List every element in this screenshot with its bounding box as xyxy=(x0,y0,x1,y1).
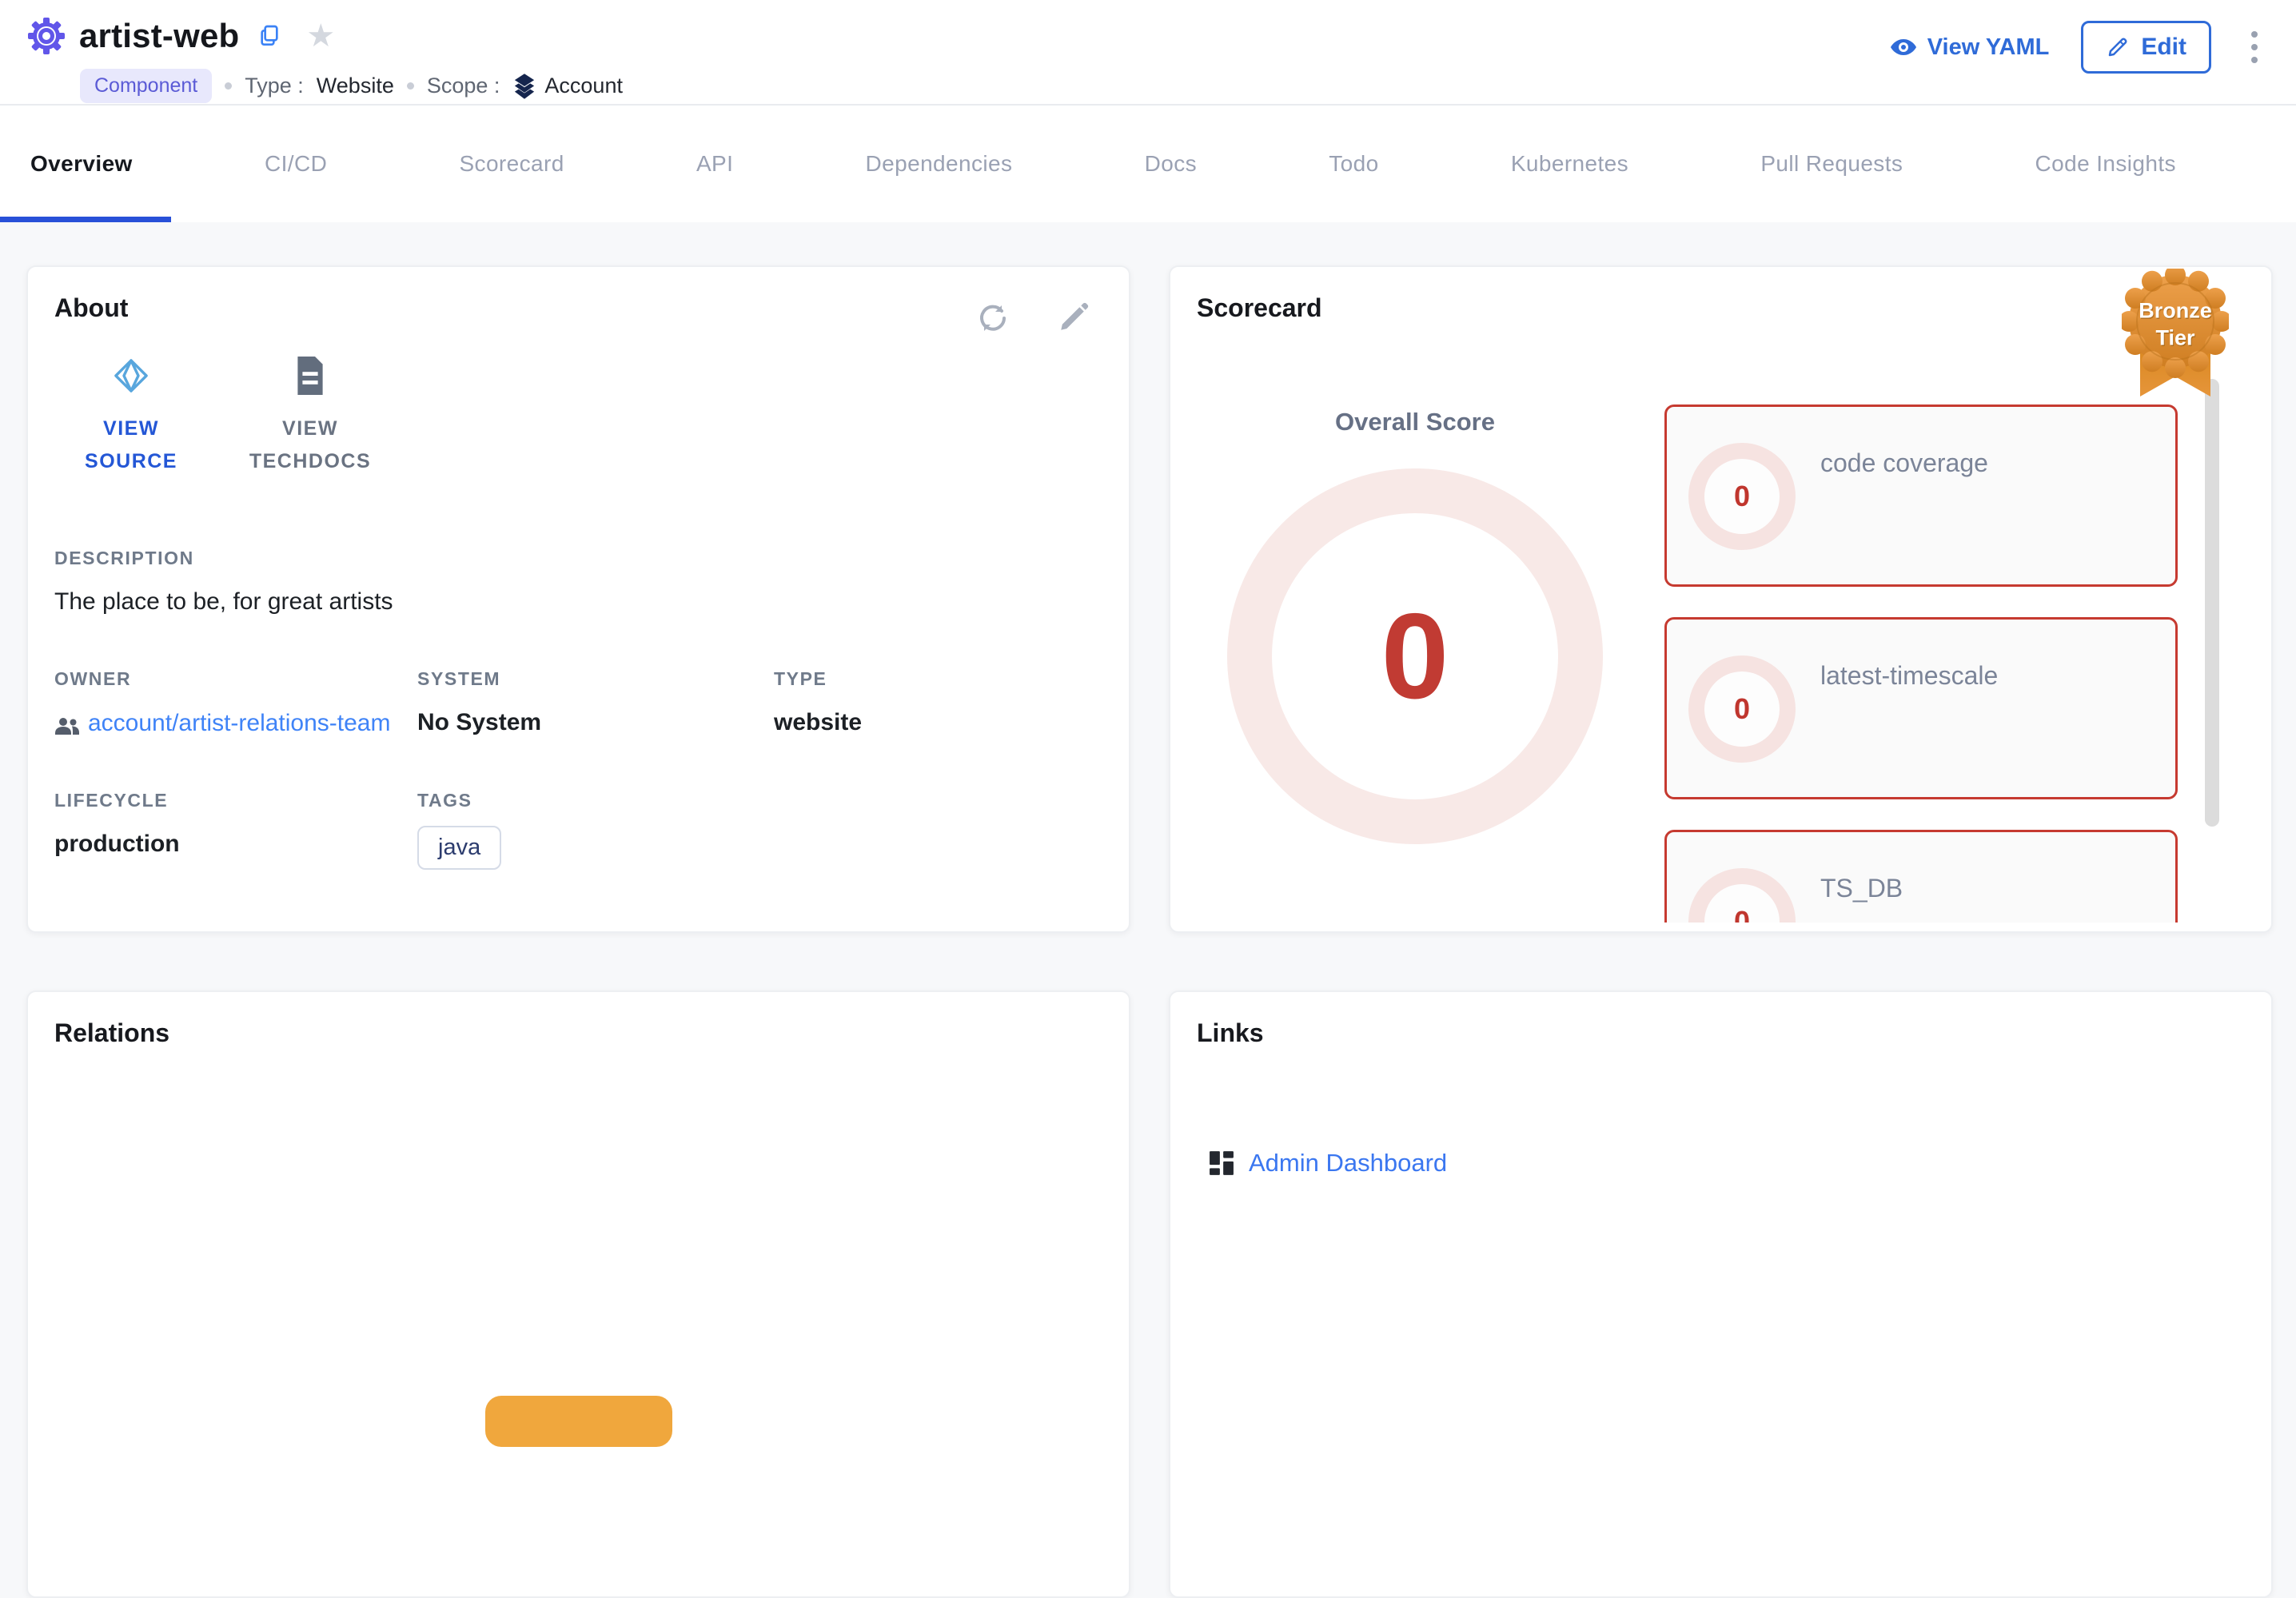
overall-score-label: Overall Score xyxy=(1170,408,1660,436)
tab-code-insights[interactable]: Code Insights xyxy=(2035,106,2176,222)
techdocs-document-icon xyxy=(293,357,327,395)
system-label: SYSTEM xyxy=(417,668,774,690)
view-yaml-label: View YAML xyxy=(1927,34,2050,61)
check-card-code-coverage[interactable]: 0 code coverage xyxy=(1664,404,2178,587)
overall-score-donut: 0 xyxy=(1227,468,1603,844)
view-yaml-button[interactable]: View YAML xyxy=(1889,34,2050,61)
type-label: Type : xyxy=(245,74,304,98)
view-source-label: VIEW SOURCE xyxy=(59,412,203,479)
link-label: Admin Dashboard xyxy=(1249,1149,1447,1178)
tab-kubernetes[interactable]: Kubernetes xyxy=(1511,106,1628,222)
check-score-circle: 0 xyxy=(1688,443,1796,550)
dot-separator xyxy=(407,82,414,90)
check-card-latest-timescale[interactable]: 0 latest-timescale xyxy=(1664,617,2178,799)
edit-about-pencil-icon[interactable] xyxy=(1057,301,1090,336)
eye-icon xyxy=(1889,36,1918,58)
check-card-ts-db[interactable]: 0 TS_DB xyxy=(1664,830,2178,923)
description-label: DESCRIPTION xyxy=(54,548,1102,569)
owner-link[interactable]: account/artist-relations-team xyxy=(88,706,409,741)
account-layers-icon xyxy=(512,73,536,100)
link-item-admin-dashboard[interactable]: Admin Dashboard xyxy=(1209,1149,1447,1178)
owner-label: OWNER xyxy=(54,668,417,690)
type-field: TYPE website xyxy=(774,668,1102,741)
links-card: Links Admin Dashboard xyxy=(1169,990,2273,1598)
tab-scorecard[interactable]: Scorecard xyxy=(459,106,564,222)
tab-todo[interactable]: Todo xyxy=(1329,106,1378,222)
relations-title: Relations xyxy=(54,1018,1102,1048)
check-score-circle: 0 xyxy=(1688,868,1796,923)
check-score-value: 0 xyxy=(1734,692,1750,726)
about-title: About xyxy=(54,293,1102,323)
refresh-icon[interactable] xyxy=(975,301,1010,336)
lifecycle-field: LIFECYCLE production xyxy=(54,790,417,870)
system-value: No System xyxy=(417,709,774,736)
entity-header: artist-web ★ Component Type : Website Sc… xyxy=(0,0,2296,106)
check-score-value: 0 xyxy=(1734,480,1750,513)
tags-field: TAGS java xyxy=(417,790,774,870)
check-score-circle: 0 xyxy=(1688,656,1796,763)
tag-chip-java[interactable]: java xyxy=(417,826,501,870)
svg-text:Bronze: Bronze xyxy=(2139,299,2212,323)
scorecard-checks-list: 0 code coverage 0 latest-timescale 0 TS_… xyxy=(1664,404,2181,923)
source-gem-icon xyxy=(112,357,150,395)
edit-button[interactable]: Edit xyxy=(2081,21,2211,74)
description-value: The place to be, for great artists xyxy=(54,588,1102,616)
tab-pull-requests[interactable]: Pull Requests xyxy=(1760,106,1903,222)
tab-dependencies[interactable]: Dependencies xyxy=(866,106,1013,222)
tags-label: TAGS xyxy=(417,790,774,811)
scorecard-card: Scorecard xyxy=(1169,265,2273,933)
check-name: TS_DB xyxy=(1820,874,1903,903)
owner-field: OWNER account/artist-relations-team xyxy=(54,668,417,741)
tab-docs[interactable]: Docs xyxy=(1145,106,1197,222)
scope-label: Scope : xyxy=(427,74,500,98)
favorite-star-icon[interactable]: ★ xyxy=(306,20,335,52)
dashboard-grid-icon xyxy=(1209,1150,1234,1176)
relations-graph-button[interactable] xyxy=(485,1396,672,1447)
view-source-link[interactable]: VIEW SOURCE xyxy=(59,357,203,479)
entity-tabbar: Overview CI/CD Scorecard API Dependencie… xyxy=(0,106,2296,222)
edit-pencil-icon xyxy=(2106,35,2130,59)
relations-card: Relations xyxy=(26,990,1130,1598)
lifecycle-label: LIFECYCLE xyxy=(54,790,417,811)
component-gear-icon xyxy=(26,16,66,56)
system-field: SYSTEM No System xyxy=(417,668,774,741)
page-title: artist-web xyxy=(79,17,239,55)
scope-value: Account xyxy=(544,74,623,98)
overall-score-value: 0 xyxy=(1381,587,1449,727)
view-techdocs-label: VIEW TECHDOCS xyxy=(238,412,382,479)
copy-icon[interactable] xyxy=(257,23,282,49)
view-techdocs-link[interactable]: VIEW TECHDOCS xyxy=(238,357,382,479)
type-value: Website xyxy=(317,74,394,98)
bronze-tier-ribbon-badge: Bronze Bronze Tier Tier xyxy=(2122,269,2229,409)
checks-scrollbar-thumb[interactable] xyxy=(2205,379,2219,827)
type-field-value: website xyxy=(774,709,1102,736)
edit-button-label: Edit xyxy=(2141,34,2186,61)
check-name: latest-timescale xyxy=(1820,661,1998,691)
kind-badge: Component xyxy=(80,69,212,103)
people-icon xyxy=(54,716,80,740)
type-field-label: TYPE xyxy=(774,668,1102,690)
tab-cicd[interactable]: CI/CD xyxy=(265,106,327,222)
lifecycle-value: production xyxy=(54,831,417,858)
dot-separator xyxy=(225,82,232,90)
scorecard-title: Scorecard xyxy=(1197,293,2245,323)
about-card: About xyxy=(26,265,1130,933)
links-title: Links xyxy=(1197,1018,2245,1048)
svg-text:Tier: Tier xyxy=(2155,326,2195,350)
check-name: code coverage xyxy=(1820,448,1988,478)
more-options-kebab-icon[interactable] xyxy=(2243,26,2266,68)
tab-overview[interactable]: Overview xyxy=(30,106,133,222)
tab-api[interactable]: API xyxy=(696,106,733,222)
check-score-value: 0 xyxy=(1734,905,1750,923)
